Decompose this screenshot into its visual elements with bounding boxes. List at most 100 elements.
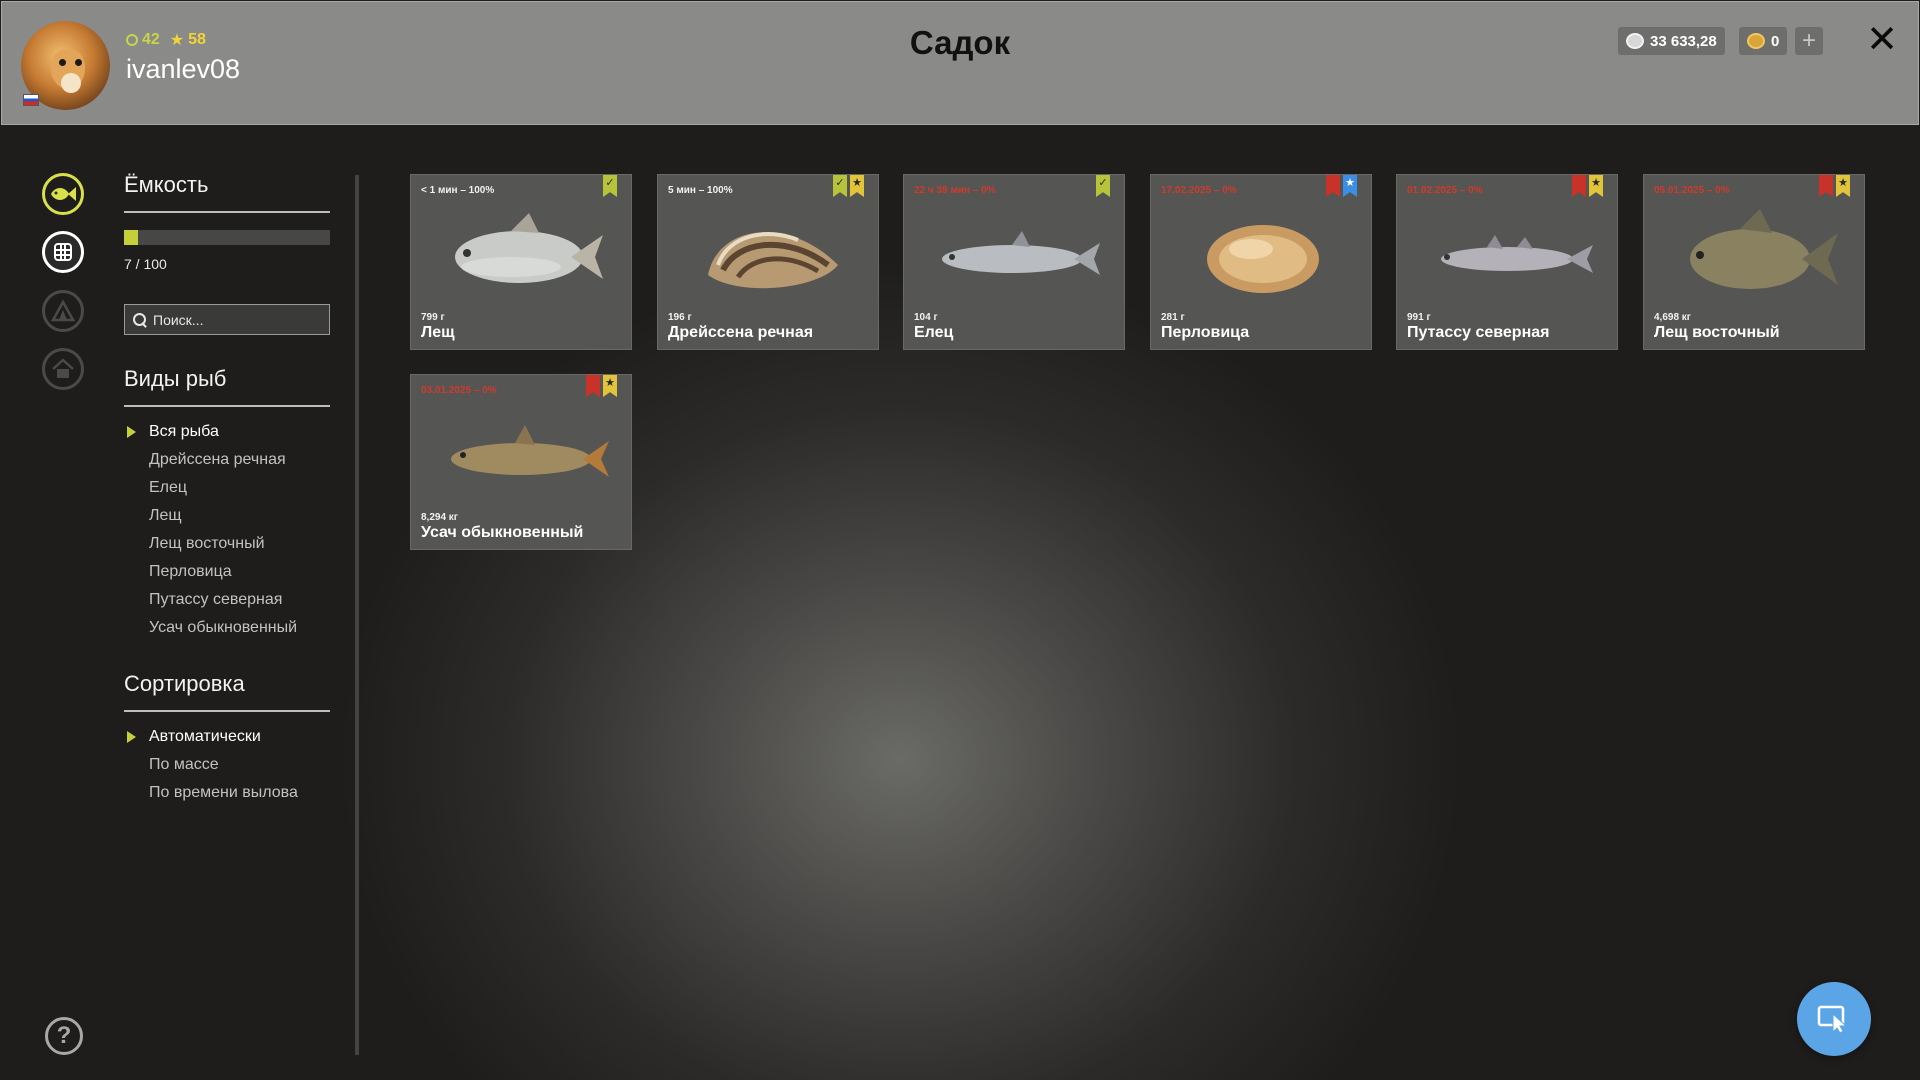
fish-name: Перловица (1161, 324, 1250, 341)
sort-options-list: Автоматически По массе По времени вылова (124, 723, 298, 807)
player-level-value: 42 (142, 31, 160, 48)
fish-weight: 8,294 кг (421, 512, 458, 523)
pearl-mussel-image (1207, 225, 1319, 293)
russia-flag-icon (23, 94, 39, 106)
species-filter-item[interactable]: Лещ восточный (124, 530, 297, 558)
fish-card[interactable]: 22 ч 39 мин – 0% ✓ 104 г Елец (903, 174, 1125, 350)
username: ivanlev08 (126, 54, 241, 84)
star-ribbon-icon[interactable]: ★ (850, 175, 864, 197)
flag-ribbon-icon[interactable] (1572, 175, 1586, 197)
fish-card[interactable]: 01.02.2025 – 0% ★ 991 г Путассу северная (1396, 174, 1618, 350)
silver-balance: 33 633,28 (1618, 27, 1725, 55)
fish-card[interactable]: < 1 мин – 100% ✓ 799 г Лещ (410, 174, 632, 350)
fish-tab-icon[interactable] (42, 173, 84, 215)
player-stats: 42 ★ 58 (126, 30, 206, 50)
star-ribbon-icon[interactable]: ★ (1589, 175, 1603, 197)
help-button[interactable]: ? (45, 1017, 83, 1055)
check-ribbon-icon[interactable]: ✓ (833, 175, 847, 197)
panel-divider (355, 175, 359, 1055)
sort-option[interactable]: Автоматически (124, 723, 298, 751)
gold-balance: 0 (1739, 27, 1788, 55)
list-item-label: Лещ (149, 507, 182, 524)
cursor-mode-button[interactable] (1797, 982, 1871, 1056)
list-item-label: Дрейссена речная (149, 451, 286, 468)
star-ribbon-icon[interactable]: ★ (603, 375, 617, 397)
freshness-status: 22 ч 39 мин – 0% (914, 185, 996, 196)
freshness-status: 05.01.2025 – 0% (1654, 185, 1730, 196)
species-title: Виды рыб (124, 366, 227, 391)
player-rank: ★ 58 (170, 30, 206, 50)
gold-coin-icon (1747, 33, 1765, 49)
close-button[interactable]: ✕ (1864, 20, 1900, 60)
silver-amount: 33 633,28 (1650, 32, 1717, 50)
sort-option[interactable]: По времени вылова (124, 779, 298, 807)
species-filter-item[interactable]: Лещ (124, 502, 297, 530)
card-badges: ✓ ★ (833, 175, 864, 197)
camp-tab-icon[interactable] (42, 290, 84, 332)
fish-card[interactable]: 5 мин – 100% ✓ ★ 196 г Дрейссена речная (657, 174, 879, 350)
gold-amount: 0 (1771, 32, 1780, 50)
card-badges: ✓ (1096, 175, 1110, 197)
bream-image (455, 213, 603, 283)
sort-option[interactable]: По массе (124, 751, 298, 779)
check-ribbon-icon[interactable]: ✓ (603, 175, 617, 197)
add-currency-button[interactable]: + (1795, 27, 1823, 55)
divider (124, 405, 330, 407)
star-icon: ★ (169, 32, 185, 49)
player-level: 42 (126, 30, 160, 50)
fish-weight: 4,698 кг (1654, 312, 1691, 323)
species-filter-item[interactable]: Перловица (124, 558, 297, 586)
dace-image (942, 231, 1100, 275)
fish-card[interactable]: 17.02.2025 – 0% ★ 281 г Перловица (1150, 174, 1372, 350)
selected-arrow-icon (127, 731, 136, 743)
fish-name: Лещ восточный (1654, 324, 1780, 341)
freshness-status: 5 мин – 100% (668, 185, 733, 196)
list-item-label: Лещ восточный (149, 535, 265, 552)
divider (124, 211, 330, 213)
list-item-label: По времени вылова (149, 784, 298, 801)
fish-weight: 991 г (1407, 312, 1431, 323)
star-ribbon-icon[interactable]: ★ (1836, 175, 1850, 197)
star-ribbon-icon[interactable]: ★ (1343, 175, 1357, 197)
home-tab-icon[interactable] (42, 348, 84, 390)
fish-card[interactable]: 05.01.2025 – 0% ★ 4,698 кг Лещ восточный (1643, 174, 1865, 350)
capacity-bar (124, 230, 330, 245)
species-filter-item[interactable]: Путассу северная (124, 586, 297, 614)
search-input[interactable] (153, 311, 323, 328)
flag-ribbon-icon[interactable] (1326, 175, 1340, 197)
avatar-eye (75, 59, 82, 66)
fish-name: Елец (914, 324, 954, 341)
search-field[interactable] (124, 304, 330, 335)
fish-card[interactable]: 03.01.2025 – 0% ★ 8,294 кг Усач обыкновенны… (410, 374, 632, 550)
keepnet-icon (54, 243, 72, 261)
player-rank-value: 58 (188, 31, 206, 48)
keepnet-tab-icon[interactable] (42, 231, 84, 273)
card-badges: ★ (1572, 175, 1603, 197)
freshness-status: 01.02.2025 – 0% (1407, 185, 1483, 196)
cursor-window-icon (1817, 1005, 1848, 1034)
species-filter-item[interactable]: Усач обыкновенный (124, 614, 297, 642)
flag-ribbon-icon[interactable] (586, 375, 600, 397)
check-ribbon-icon[interactable]: ✓ (1096, 175, 1110, 197)
tent-icon (51, 300, 75, 322)
barbel-image (451, 425, 609, 477)
flag-ribbon-icon[interactable] (1819, 175, 1833, 197)
avatar-beard (61, 73, 81, 93)
fish-weight: 281 г (1161, 312, 1185, 323)
fish-weight: 799 г (421, 312, 445, 323)
card-badges: ★ (1326, 175, 1357, 197)
species-filter-item[interactable]: Елец (124, 474, 297, 502)
zebra-mussel-image (708, 232, 838, 289)
fish-weight: 104 г (914, 312, 938, 323)
fish-name: Путассу северная (1407, 324, 1550, 341)
list-item-label: Путассу северная (149, 591, 283, 608)
species-filter-item[interactable]: Вся рыба (124, 418, 297, 446)
list-item-label: Автоматически (149, 728, 261, 745)
selected-arrow-icon (127, 426, 136, 438)
species-filter-item[interactable]: Дрейссена речная (124, 446, 297, 474)
card-badges: ★ (1819, 175, 1850, 197)
list-item-label: Усач обыкновенный (149, 619, 298, 636)
house-icon (52, 358, 74, 378)
divider (124, 710, 330, 712)
fish-name: Усач обыкновенный (421, 524, 584, 541)
